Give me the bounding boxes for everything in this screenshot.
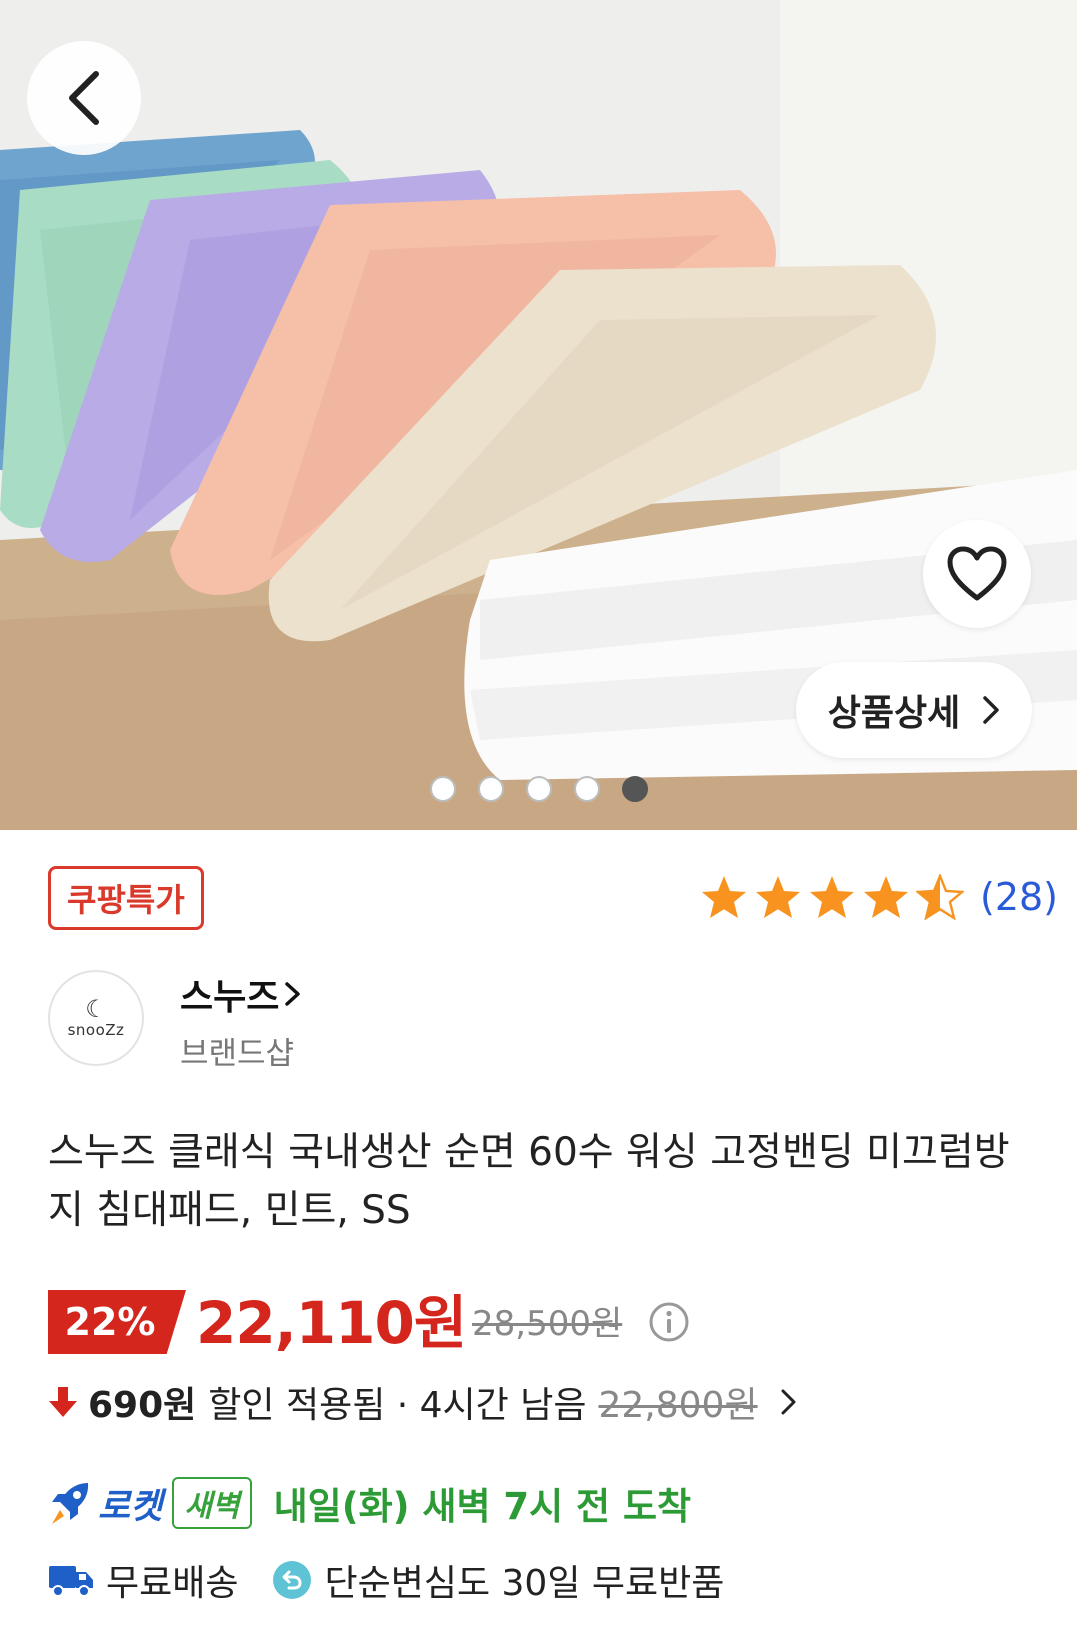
coupang-special-label: 쿠팡특가 xyxy=(67,881,185,919)
return-policy-text: 단순변심도 30일 무료반품 xyxy=(324,1563,725,1604)
extra-discount-row[interactable]: 690원 할인 적용됨 · 4시간 남음 22,800원 xyxy=(48,1376,798,1428)
review-count[interactable]: (28) xyxy=(980,875,1058,919)
chevron-right-icon xyxy=(983,696,999,724)
chevron-left-icon xyxy=(69,71,99,125)
back-button[interactable] xyxy=(27,41,141,155)
rating-summary[interactable]: (28) xyxy=(700,874,1058,920)
product-detail-label: 상품상세 xyxy=(827,693,961,734)
carousel-dot-active[interactable] xyxy=(622,776,648,802)
product-image-carousel[interactable]: 상품상세 xyxy=(0,0,1077,830)
brand-logo-text: snooZz xyxy=(67,1021,125,1039)
carousel-indicator xyxy=(430,776,648,802)
discount-rate-badge: 22% xyxy=(48,1290,186,1354)
product-title: 스누즈 클래식 국내생산 순면 60수 워싱 고정밴딩 미끄럼방지 침대패드, … xyxy=(48,1130,1010,1233)
truck-icon xyxy=(49,1566,93,1597)
product-detail-button[interactable]: 상품상세 xyxy=(796,662,1032,758)
sale-price: 22,110원 xyxy=(196,1289,467,1357)
dawn-delivery-badge: 새벽 xyxy=(172,1477,252,1529)
star-full-icon xyxy=(810,876,854,918)
extra-discount-text: 할인 적용됨 · 4시간 남음 xyxy=(208,1385,587,1426)
brand-shop-label: 브랜드샵 xyxy=(180,1036,295,1072)
shipping-info-row: 무료배송 단순변심도 30일 무료반품 xyxy=(48,1554,724,1606)
star-rating xyxy=(700,874,964,920)
moon-icon: ☾ xyxy=(85,995,107,1023)
previous-price: 22,800원 xyxy=(598,1385,758,1426)
rocket-label: 로켓 xyxy=(98,1486,163,1527)
brand-shop-link[interactable]: 스누즈 xyxy=(180,968,303,1020)
wishlist-button[interactable] xyxy=(923,520,1031,628)
coupang-special-badge: 쿠팡특가 xyxy=(48,866,204,930)
arrival-text: 내일(화) 새벽 7시 전 도착 xyxy=(273,1485,692,1528)
return-icon xyxy=(273,1561,312,1599)
info-icon[interactable] xyxy=(648,1301,690,1343)
star-full-icon xyxy=(756,876,800,918)
carousel-dot[interactable] xyxy=(478,776,504,802)
carousel-dot[interactable] xyxy=(574,776,600,802)
discount-rate: 22% xyxy=(64,1300,156,1344)
star-half-icon xyxy=(916,874,964,920)
brand-name: 스누즈 xyxy=(180,977,280,1018)
extra-discount-amount: 690원 xyxy=(88,1385,197,1426)
star-full-icon xyxy=(864,876,908,918)
chevron-right-icon xyxy=(285,982,301,1006)
arrow-down-icon xyxy=(49,1387,77,1417)
rocket-delivery-row: 로켓 새벽 내일(화) 새벽 7시 전 도착 xyxy=(48,1476,691,1530)
brand-logo[interactable]: ☾ snooZz xyxy=(48,970,144,1066)
star-full-icon xyxy=(702,876,746,918)
heart-icon xyxy=(947,546,1007,601)
carousel-dot[interactable] xyxy=(526,776,552,802)
carousel-dot[interactable] xyxy=(430,776,456,802)
original-price: 28,500원 xyxy=(472,1304,623,1344)
chevron-right-icon xyxy=(781,1389,796,1415)
free-shipping-text: 무료배송 xyxy=(106,1563,239,1604)
rocket-icon xyxy=(52,1483,89,1524)
